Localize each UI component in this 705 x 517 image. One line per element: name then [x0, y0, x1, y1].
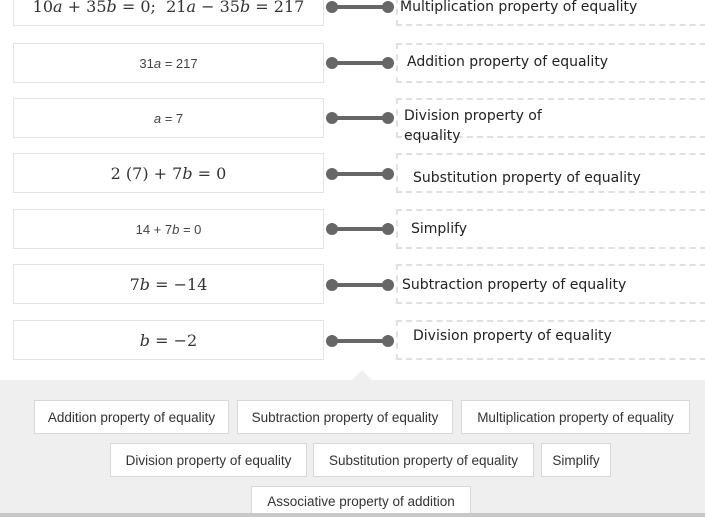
statement-text: 10a + 35b = 0; 21a − 35b = 217: [32, 0, 305, 16]
bank-pointer: [352, 370, 372, 380]
connector-line: [326, 167, 394, 181]
statement-box: 10a + 35b = 0; 21a − 35b = 217: [13, 0, 324, 26]
statement-text: 31a = 217: [139, 55, 198, 71]
statement-box: 31a = 217: [13, 43, 324, 83]
match-row-1: 10a + 35b = 0; 21a − 35b = 217 Multiplic…: [0, 0, 705, 28]
match-row-2: 31a = 217 Addition property of equality: [0, 43, 705, 85]
placed-answer[interactable]: Division property of equality: [413, 326, 612, 346]
chip-simplify[interactable]: Simplify: [541, 443, 611, 477]
placed-answer[interactable]: Subtraction property of equality: [402, 275, 626, 295]
statement-box: 14 + 7b = 0: [13, 209, 324, 249]
chip-subtraction[interactable]: Subtraction property of equality: [237, 400, 453, 434]
match-row-3: a = 7 Division property of equality: [0, 98, 705, 144]
statement-box: b = −2: [13, 320, 324, 360]
match-row-5: 14 + 7b = 0 Simplify: [0, 209, 705, 251]
connector-line: [326, 278, 394, 292]
connector-line: [326, 56, 394, 70]
chip-associative[interactable]: Associative property of addition: [251, 486, 471, 516]
connector-line: [326, 334, 394, 348]
connector-line: [326, 0, 394, 14]
connector-line: [326, 111, 394, 125]
chip-substitution[interactable]: Substitution property of equality: [313, 443, 534, 477]
placed-answer[interactable]: Division property of equality: [404, 106, 554, 146]
chip-addition[interactable]: Addition property of equality: [34, 400, 229, 434]
statement-text: 14 + 7b = 0: [135, 221, 202, 237]
statement-box: 7b = −14: [13, 264, 324, 304]
statement-text: 2 (7) + 7b = 0: [110, 163, 227, 183]
statement-box: 2 (7) + 7b = 0: [13, 153, 324, 193]
connector-line: [326, 222, 394, 236]
match-row-6: 7b = −14 Subtraction property of equalit…: [0, 264, 705, 306]
statement-text: b = −2: [139, 330, 198, 350]
bottom-edge: [0, 513, 705, 517]
chip-multiplication[interactable]: Multiplication property of equality: [461, 400, 690, 434]
statement-text: a = 7: [153, 110, 184, 126]
placed-answer[interactable]: Multiplication property of equality: [400, 0, 637, 17]
placed-answer[interactable]: Substitution property of equality: [413, 168, 641, 188]
match-row-7: b = −2 Division property of equality: [0, 320, 705, 362]
chip-division[interactable]: Division property of equality: [110, 443, 307, 477]
placed-answer[interactable]: Addition property of equality: [407, 52, 608, 72]
statement-text: 7b = −14: [129, 274, 208, 294]
placed-answer[interactable]: Simplify: [411, 219, 467, 239]
statement-box: a = 7: [13, 98, 324, 138]
answer-bank: Addition property of equality Subtractio…: [0, 380, 705, 517]
matching-rows: 10a + 35b = 0; 21a − 35b = 217 Multiplic…: [0, 0, 705, 380]
match-row-4: 2 (7) + 7b = 0 Substitution property of …: [0, 153, 705, 195]
